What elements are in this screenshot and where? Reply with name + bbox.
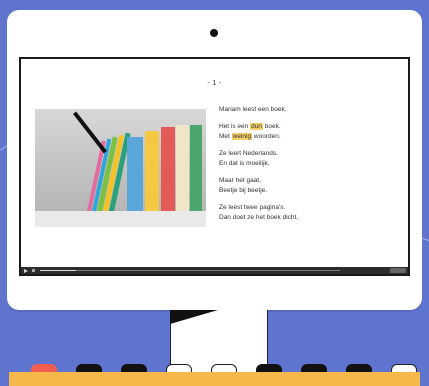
progress-fill <box>40 270 76 271</box>
story-line: Mariam leest een boek. <box>219 106 287 113</box>
story-paragraph: Het is een dun boek. Met weinig woorden. <box>219 123 281 140</box>
highlight-word[interactable]: weinig <box>231 133 253 140</box>
volume-icon[interactable] <box>32 269 35 272</box>
story-paragraph: Ze leert Nederlands. En dat is moeilijk. <box>219 150 278 167</box>
play-icon[interactable] <box>24 269 28 273</box>
media-control-bar <box>21 267 408 274</box>
progress-track[interactable] <box>40 270 340 271</box>
page-number: - 1 - <box>207 80 222 87</box>
book-cream <box>176 125 189 211</box>
book-red <box>161 127 175 211</box>
ebook-screen: - 1 - Mariam leest een boek. Het is een … <box>19 57 410 276</box>
story-paragraph: Ze leest twee pagina's. Dan doet ze het … <box>219 204 299 221</box>
story-paragraph: Maar het gaat. Beetje bij beetje. <box>219 177 268 194</box>
stand-shadow <box>170 310 218 324</box>
book-photo <box>35 109 206 227</box>
book-yellow <box>145 131 159 211</box>
book-green <box>190 125 202 211</box>
webcam-dot <box>210 29 218 37</box>
fullscreen-button[interactable] <box>390 268 406 273</box>
keyboard-strip <box>9 372 420 386</box>
book-blue <box>127 137 143 211</box>
highlight-word[interactable]: dun <box>250 123 263 130</box>
story-text: Mariam leest een boek. Het is een dun bo… <box>219 105 399 230</box>
